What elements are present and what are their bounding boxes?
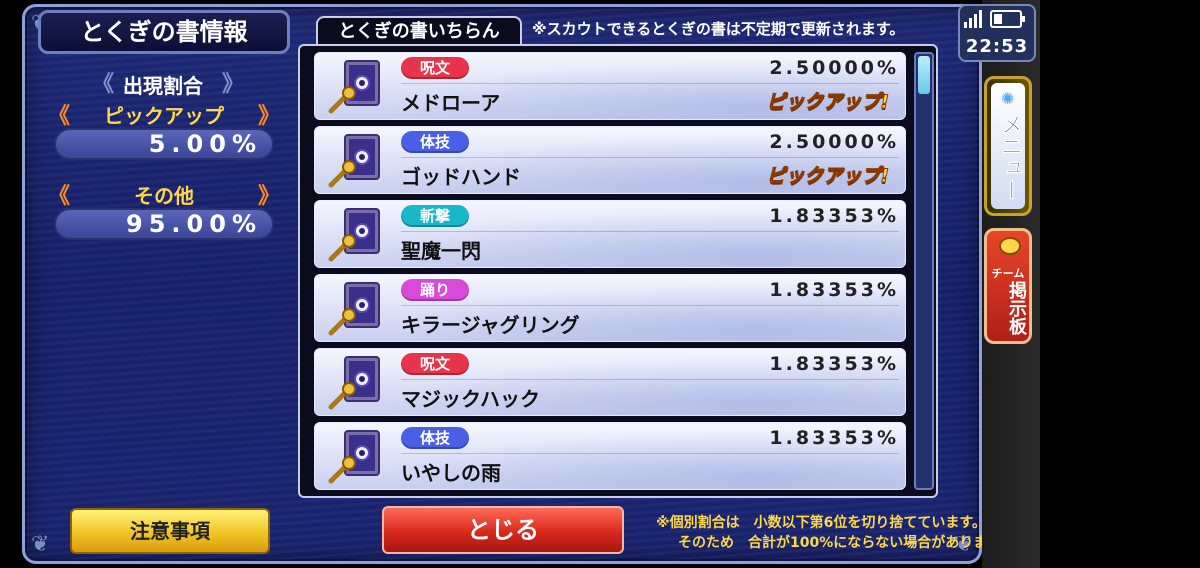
pickup-badge: ピックアップ! <box>766 165 890 188</box>
notice-button[interactable]: 注意事項 <box>70 508 270 554</box>
list-item[interactable]: 呪文 マジックハック 1.83353% <box>314 348 906 416</box>
skill-book-icon <box>328 282 380 336</box>
corner-ornament: ❦ <box>31 532 50 557</box>
pickup-label: ピックアップ <box>104 104 224 128</box>
footnote-line-1: ※個別割合は 小数以下第6位を切り捨てています。 <box>656 515 986 531</box>
item-rate: 1.83353% <box>769 205 899 227</box>
skill-name: 聖魔一閃 <box>401 239 481 263</box>
tab-skill-book-list[interactable]: とくぎの書いちらん <box>316 16 522 46</box>
menu-label: メニュー <box>997 113 1023 202</box>
screen-edge <box>1040 0 1200 568</box>
category-badge: 呪文 <box>401 353 469 375</box>
skill-name: マジックハック <box>401 387 540 411</box>
close-button[interactable]: とじる <box>382 506 624 554</box>
chevron-right-icon: 》 <box>258 184 281 209</box>
signal-icon <box>964 10 982 28</box>
list-item[interactable]: 踊り キラージャグリング 1.83353% <box>314 274 906 342</box>
pickup-badge: ピックアップ! <box>766 91 890 114</box>
info-panel-title: とくぎの書情報 <box>38 10 290 54</box>
item-rate: 2.50000% <box>769 131 899 153</box>
category-badge: 踊り <box>401 279 469 301</box>
item-divider <box>401 453 899 454</box>
skill-name: キラージャグリング <box>401 313 580 337</box>
skill-book-icon <box>328 356 380 410</box>
list-scrollbar[interactable] <box>914 52 934 490</box>
skill-book-icon <box>328 134 380 188</box>
menu-button[interactable]: ✺ メニュー <box>984 76 1032 216</box>
list-item[interactable]: 体技 いやしの雨 1.83353% <box>314 422 906 490</box>
list-item[interactable]: 斬撃 聖魔一閃 1.83353% <box>314 200 906 268</box>
chevron-right-icon: 》 <box>258 104 281 129</box>
clock-time: 22:53 <box>965 36 1029 57</box>
skill-name: ゴッドハンド <box>401 165 521 189</box>
sparkle-icon: ✺ <box>1001 89 1015 108</box>
update-notice: ※スカウトできるとくぎの書は不定期で更新されます。 <box>532 20 905 38</box>
category-badge: 体技 <box>401 131 469 153</box>
skill-book-icon <box>328 430 380 484</box>
skill-name: いやしの雨 <box>401 461 501 485</box>
other-label: その他 <box>134 184 194 208</box>
item-divider <box>401 157 899 158</box>
other-rate-value: 95.00% <box>54 208 274 240</box>
item-divider <box>401 379 899 380</box>
board-label: 掲示板 <box>1006 281 1027 335</box>
item-rate: 2.50000% <box>769 57 899 79</box>
appearance-rate-label: 出現割合 <box>123 74 203 98</box>
item-rate: 1.83353% <box>769 279 899 301</box>
skill-book-icon <box>328 60 380 114</box>
chevron-right-icon: 》 <box>222 72 245 97</box>
skill-book-icon <box>328 208 380 262</box>
category-badge: 斬撃 <box>401 205 469 227</box>
scroll-thumb[interactable] <box>918 56 930 94</box>
item-divider <box>401 83 899 84</box>
chevron-left-icon: 《 <box>48 184 71 209</box>
list-item[interactable]: 呪文 メドローア 2.50000% ピックアップ! <box>314 52 906 120</box>
item-divider <box>401 231 899 232</box>
pickup-rate-value: 5.00% <box>54 128 274 160</box>
chevron-left-icon: 《 <box>48 104 71 129</box>
footnote-line-2: そのため 合計が100%にならない場合があります。 <box>678 535 1014 551</box>
chat-bubble-icon <box>999 237 1021 255</box>
item-divider <box>401 305 899 306</box>
category-badge: 体技 <box>401 427 469 449</box>
item-rate: 1.83353% <box>769 427 899 449</box>
list-item[interactable]: 体技 ゴッドハンド 2.50000% ピックアップ! <box>314 126 906 194</box>
team-board-button[interactable]: チーム 掲示板 <box>984 228 1032 344</box>
skill-book-list[interactable]: 呪文 メドローア 2.50000% ピックアップ! 体技 ゴッドハンド 2.50… <box>298 44 938 498</box>
item-rate: 1.83353% <box>769 353 899 375</box>
category-badge: 呪文 <box>401 57 469 79</box>
battery-icon <box>990 10 1025 28</box>
team-label: チーム <box>991 267 1025 280</box>
skill-name: メドローア <box>401 91 501 115</box>
